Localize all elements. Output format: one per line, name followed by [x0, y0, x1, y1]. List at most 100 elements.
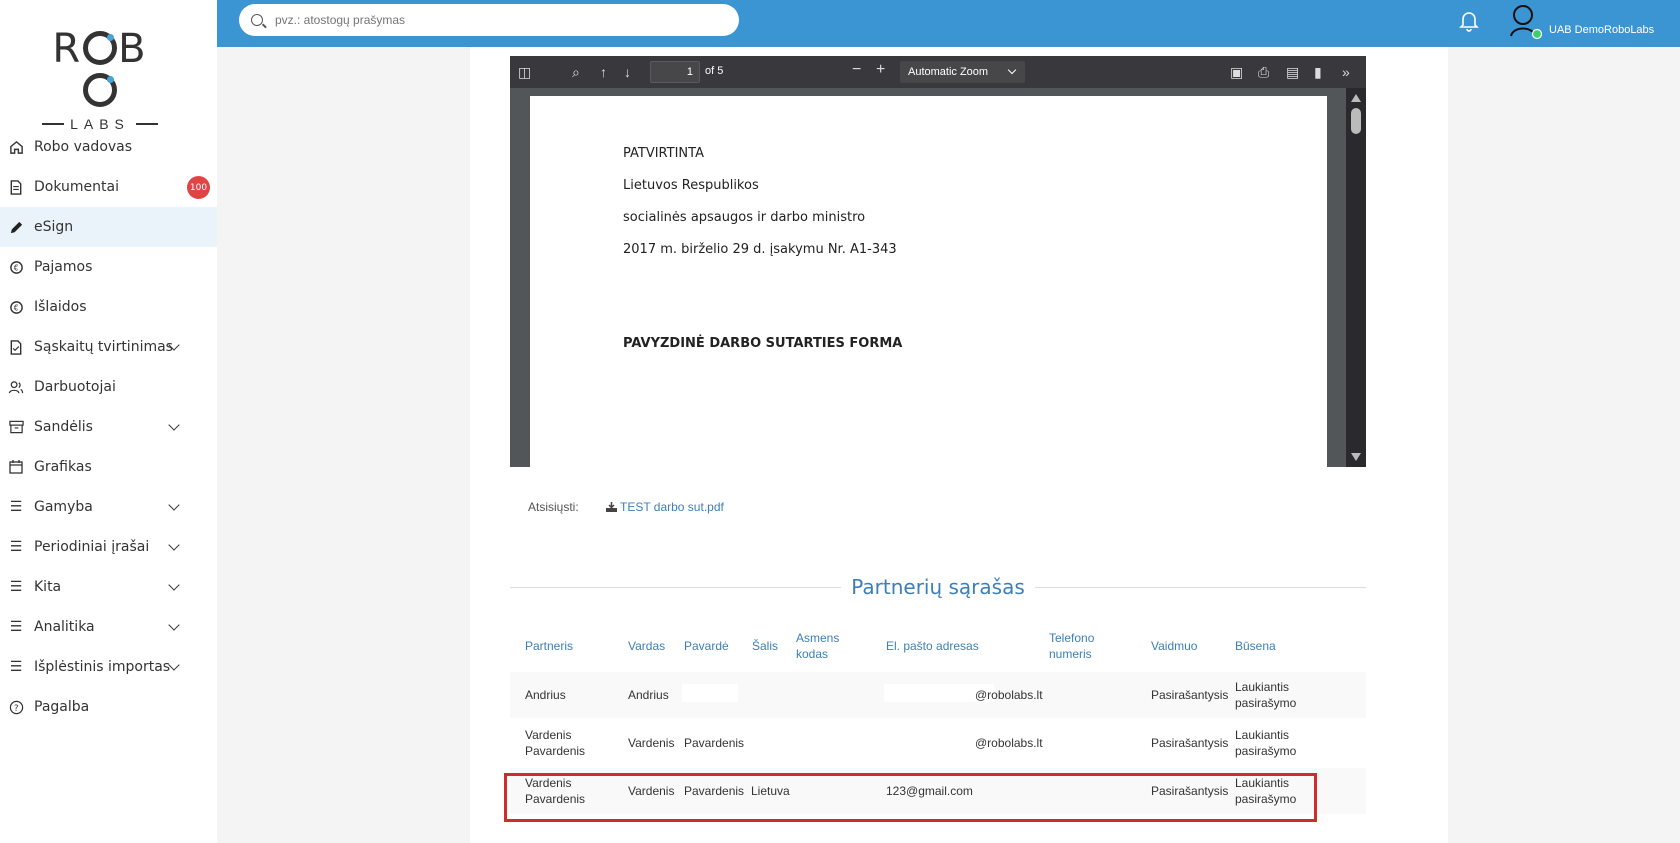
print-icon[interactable]: ⎙	[1258, 64, 1269, 80]
search-input[interactable]	[275, 13, 695, 27]
column-header-partneris[interactable]: Partneris	[525, 638, 573, 654]
table-row[interactable]: Andrius Andrius @robolabs.lt Pasirašanty…	[510, 672, 1366, 718]
bookmark-icon[interactable]: ▮	[1314, 64, 1322, 80]
cell-vardas: Andrius	[628, 688, 669, 702]
cell-line: Pavardenis	[525, 744, 586, 758]
row-highlight-box	[504, 773, 1317, 822]
sidebar-item-saskaitu-tvirtinimas[interactable]: Sąskaitų tvirtinimas	[0, 327, 217, 367]
sidebar-item-grafikas[interactable]: Grafikas	[0, 447, 217, 487]
sidebar-item-label: Dokumentai	[34, 179, 119, 195]
search-icon	[251, 14, 263, 26]
download-link[interactable]: TEST darbo sut.pdf	[606, 500, 724, 514]
tools-menu-icon[interactable]: »	[1342, 64, 1350, 80]
sidebar-item-kita[interactable]: ☰ Kita	[0, 567, 217, 607]
cell-pavarde: Pavardenis	[684, 736, 745, 750]
page-number-input[interactable]: 1	[650, 61, 700, 83]
sidebar-toggle-icon[interactable]: ◫	[518, 64, 531, 80]
sidebar-item-label: eSign	[34, 219, 74, 235]
sidebar-item-robo-vadovas[interactable]: Robo vadovas	[0, 127, 217, 167]
cell-line: Vardenis	[525, 728, 572, 742]
download-file-name: TEST darbo sut.pdf	[620, 500, 724, 514]
previous-page-icon[interactable]: ↑	[600, 64, 607, 80]
presentation-icon[interactable]: ▣	[1230, 64, 1243, 80]
table-row[interactable]: Vardenis Pavardenis Vardenis Pavardenis …	[510, 720, 1366, 766]
chevron-down-icon	[168, 539, 180, 551]
scroll-down-icon[interactable]	[1351, 453, 1361, 461]
cell-partneris: Vardenis Pavardenis	[525, 727, 585, 759]
download-label: Atsisiųsti:	[528, 500, 579, 514]
next-page-icon[interactable]: ↓	[624, 64, 631, 80]
people-icon	[8, 379, 24, 395]
column-header-salis[interactable]: Šalis	[752, 638, 778, 654]
sidebar-item-sandelis[interactable]: Sandėlis	[0, 407, 217, 447]
pdf-scrollbar[interactable]	[1346, 88, 1366, 467]
help-icon: ?	[8, 699, 24, 715]
svg-text:€: €	[13, 263, 18, 272]
sidebar-item-pajamos[interactable]: € Pajamos	[0, 247, 217, 287]
column-header-busena[interactable]: Būsena	[1235, 638, 1276, 654]
chevron-down-icon	[1007, 65, 1017, 75]
column-header-asmens-kodas[interactable]: Asmens kodas	[796, 630, 839, 662]
user-avatar-icon[interactable]	[1507, 2, 1543, 40]
list-icon: ☰	[9, 539, 23, 555]
download-icon	[606, 502, 617, 512]
pdf-line: 2017 m. birželio 29 d. įsakymu Nr. A1-34…	[623, 242, 897, 257]
archive-icon	[8, 419, 24, 435]
cell-vaidmuo: Pasirašantysis	[1151, 688, 1229, 702]
partners-section-title: Partnerių sąrašas	[510, 575, 1366, 599]
column-header-vaidmuo[interactable]: Vaidmuo	[1151, 638, 1197, 654]
robolabs-logo[interactable]: RB LABS	[40, 28, 160, 132]
sidebar-item-label: Periodiniai įrašai	[34, 539, 150, 555]
column-header-line: numeris	[1049, 647, 1092, 661]
cell-partneris: Andrius	[525, 688, 566, 702]
cell-line: Laukiantis	[1235, 680, 1290, 694]
column-header-vardas[interactable]: Vardas	[628, 638, 665, 654]
zoom-select[interactable]: Automatic Zoom	[900, 61, 1025, 83]
sidebar-item-periodiniai-irasai[interactable]: ☰ Periodiniai įrašai	[0, 527, 217, 567]
scroll-thumb[interactable]	[1351, 108, 1361, 134]
sidebar-item-islaidos[interactable]: € Išlaidos	[0, 287, 217, 327]
pdf-heading: PAVYZDINĖ DARBO SUTARTIES FORMA	[623, 336, 903, 351]
search-icon[interactable]: ⌕	[572, 64, 580, 80]
column-header-el-pastas[interactable]: El. pašto adresas	[886, 638, 979, 654]
sidebar-item-label: Sąskaitų tvirtinimas	[34, 339, 173, 355]
zoom-out-icon[interactable]: −	[852, 62, 861, 78]
open-file-icon[interactable]: ▤	[1286, 64, 1299, 80]
sidebar-item-label: Gamyba	[34, 499, 93, 515]
column-header-pavarde[interactable]: Pavardė	[684, 638, 729, 654]
zoom-in-icon[interactable]: +	[876, 62, 885, 78]
chevron-down-icon	[168, 579, 180, 591]
sidebar-item-gamyba[interactable]: ☰ Gamyba	[0, 487, 217, 527]
bell-icon[interactable]	[1459, 10, 1479, 32]
expenses-icon: €	[8, 299, 24, 315]
column-header-line: kodas	[796, 647, 829, 661]
sidebar-item-pagalba[interactable]: ? Pagalba	[0, 687, 217, 727]
sidebar-item-esign[interactable]: eSign	[0, 207, 217, 247]
cell-email: @robolabs.lt	[975, 688, 1043, 702]
partners-table-header: Partneris Vardas Pavardė Šalis Asmens ko…	[510, 620, 1366, 675]
pdf-page: PATVIRTINTA Lietuvos Respublikos sociali…	[530, 96, 1327, 467]
list-icon: ☰	[9, 659, 23, 675]
sidebar-item-analitika[interactable]: ☰ Analitika	[0, 607, 217, 647]
cell-email: @robolabs.lt	[975, 736, 1043, 750]
pdf-toolbar: ◫ ⌕ ↑ ↓ 1 of 5 − + Automatic Zoom ▣ ⎙ ▤ …	[510, 56, 1366, 88]
sidebar-item-dokumentai[interactable]: Dokumentai 100	[0, 167, 217, 207]
search-box[interactable]	[239, 4, 739, 36]
cell-line: pasirašymo	[1235, 744, 1297, 758]
column-header-telefonas[interactable]: Telefono numeris	[1049, 630, 1094, 662]
sidebar-item-label: Robo vadovas	[34, 139, 133, 155]
sidebar-item-isplestinis-importas[interactable]: ☰ Išplėstinis importas	[0, 647, 217, 687]
pen-icon	[8, 219, 24, 235]
cell-vardas: Vardenis	[628, 736, 675, 750]
page-count: of 5	[705, 65, 724, 77]
sidebar-item-label: Išplėstinis importas	[34, 659, 171, 675]
chevron-down-icon	[168, 619, 180, 631]
list-icon: ☰	[9, 499, 23, 515]
cell-busena: Laukiantis pasirašymo	[1235, 679, 1296, 711]
company-name[interactable]: UAB DemoRoboLabs	[1549, 24, 1654, 36]
sidebar-item-darbuotojai[interactable]: Darbuotojai	[0, 367, 217, 407]
svg-text:€: €	[13, 303, 18, 312]
cell-line: pasirašymo	[1235, 696, 1297, 710]
pdf-viewer: ◫ ⌕ ↑ ↓ 1 of 5 − + Automatic Zoom ▣ ⎙ ▤ …	[510, 56, 1366, 467]
scroll-up-icon[interactable]	[1351, 94, 1361, 102]
